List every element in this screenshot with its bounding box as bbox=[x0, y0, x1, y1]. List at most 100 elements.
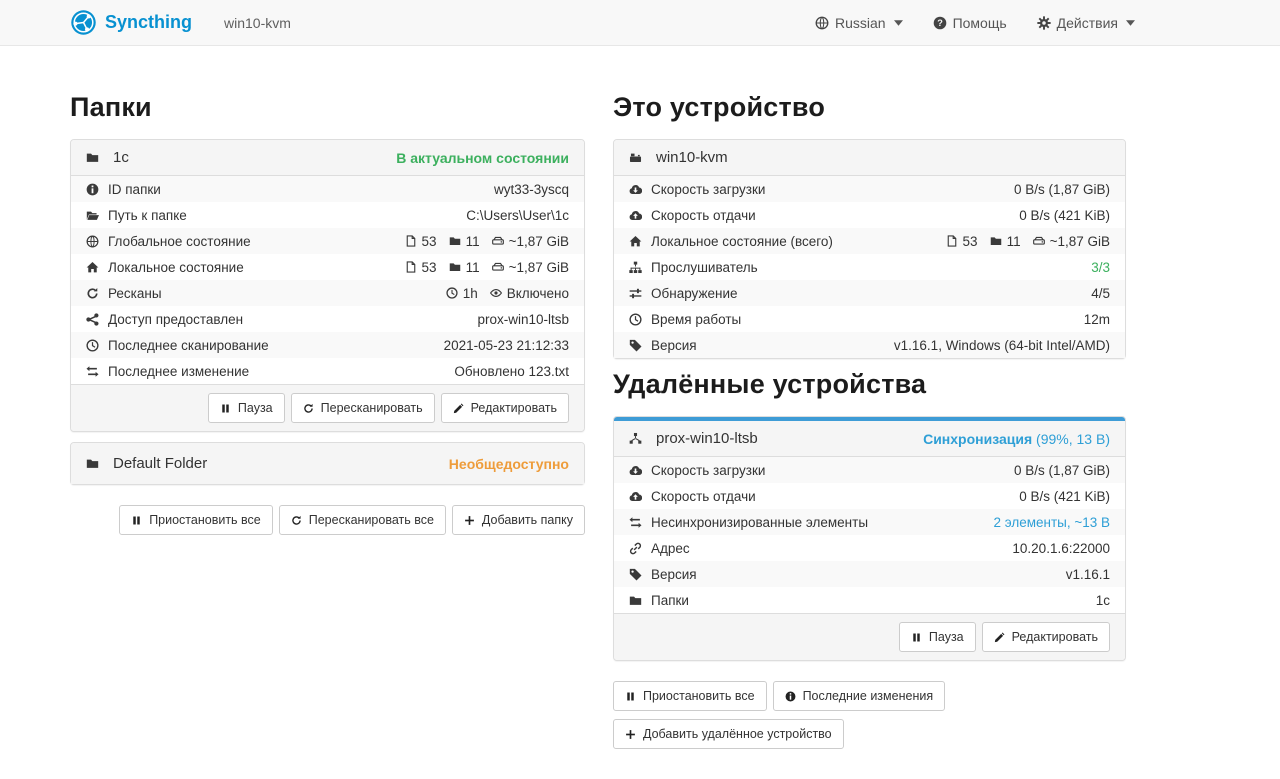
info-circle-icon bbox=[86, 183, 99, 196]
hdd-icon bbox=[1033, 235, 1045, 247]
detail-row: Скорость загрузки0 B/s (1,87 GiB) bbox=[614, 457, 1125, 483]
sitemap-icon bbox=[629, 261, 642, 274]
main-content: Папки 1c В актуальном состоянии ID папки… bbox=[0, 46, 1280, 749]
rescan-all-folders-button[interactable]: Пересканировать все bbox=[279, 505, 446, 535]
help-menu[interactable]: ? Помощь bbox=[933, 15, 1007, 31]
folder-icon bbox=[449, 261, 461, 273]
add-folder-button[interactable]: Добавить папку bbox=[452, 505, 585, 535]
folder-name: 1c bbox=[113, 149, 129, 166]
caret-down-icon bbox=[894, 20, 903, 26]
help-label: Помощь bbox=[953, 15, 1007, 31]
row-label: Путь к папке bbox=[108, 208, 187, 223]
tag-icon bbox=[629, 568, 642, 581]
pause-all-folders-button[interactable]: Приостановить все bbox=[119, 505, 273, 535]
rescan-folder-button[interactable]: Пересканировать bbox=[291, 393, 435, 423]
pause-icon bbox=[220, 403, 231, 414]
detail-row: Скорость загрузки0 B/s (1,87 GiB) bbox=[614, 176, 1125, 202]
row-label: Скорость отдачи bbox=[651, 208, 756, 223]
folder-1c-heading[interactable]: 1c В актуальном состоянии bbox=[71, 140, 584, 175]
refresh-icon bbox=[86, 287, 99, 300]
remote-device-icon bbox=[629, 432, 642, 445]
pause-device-button[interactable]: Пауза bbox=[899, 622, 976, 652]
row-label: Доступ предоставлен bbox=[108, 312, 243, 327]
cloud-upload-icon bbox=[629, 209, 642, 222]
file-icon bbox=[405, 261, 417, 273]
detail-row: Версия v1.16.1, Windows (64-bit Intel/AMD… bbox=[614, 332, 1125, 358]
clock-icon bbox=[446, 287, 458, 299]
exchange-icon bbox=[629, 516, 642, 529]
pause-all-devices-button[interactable]: Приостановить все bbox=[613, 681, 767, 711]
device-status-badge: Синхронизация (99%, 13 B) bbox=[923, 431, 1110, 447]
detail-row: Несинхронизированные элементы2 элементы,… bbox=[614, 509, 1125, 535]
row-label: Адрес bbox=[651, 541, 690, 556]
folder-icon bbox=[629, 594, 642, 607]
recent-changes-button[interactable]: Последние изменения bbox=[773, 681, 946, 711]
add-remote-device-button[interactable]: Добавить удалённое устройство bbox=[613, 719, 844, 749]
syncthing-brand[interactable]: Syncthing bbox=[70, 9, 192, 36]
row-label: Версия bbox=[651, 338, 697, 353]
row-value: 5311~1,87 GiB bbox=[405, 260, 569, 275]
row-value: 12m bbox=[1084, 312, 1110, 327]
row-label: Локальное состояние bbox=[108, 260, 244, 275]
remote-devices-title: Удалённые устройства bbox=[613, 369, 1126, 400]
language-menu[interactable]: Russian bbox=[815, 15, 903, 31]
cloud-download-icon bbox=[629, 183, 642, 196]
row-label: Глобальное состояние bbox=[108, 234, 251, 249]
link-icon bbox=[629, 542, 642, 555]
hdd-icon bbox=[492, 235, 504, 247]
folder-status-badge: В актуальном состоянии bbox=[396, 150, 569, 166]
hdd-icon bbox=[492, 261, 504, 273]
row-value: 5311~1,87 GiB bbox=[405, 234, 569, 249]
remote-device-heading[interactable]: prox-win10-ltsb Синхронизация (99%, 13 B… bbox=[614, 421, 1125, 456]
detail-row: Скорость отдачи0 B/s (421 KiB) bbox=[614, 483, 1125, 509]
button-label: Добавить удалённое устройство bbox=[643, 725, 832, 743]
pencil-icon bbox=[994, 632, 1005, 643]
button-label: Редактировать bbox=[1012, 628, 1098, 646]
edit-folder-button[interactable]: Редактировать bbox=[441, 393, 569, 423]
this-device-heading[interactable]: win10-kvm bbox=[614, 140, 1125, 175]
row-value: wyt33-3yscq bbox=[494, 182, 569, 197]
syncthing-logo-icon bbox=[70, 9, 97, 36]
detail-row: Глобальное состояние 5311~1,87 GiB bbox=[71, 228, 584, 254]
detail-row: Версияv1.16.1 bbox=[614, 561, 1125, 587]
pause-icon bbox=[911, 632, 922, 643]
folder-icon bbox=[990, 235, 1002, 247]
refresh-icon bbox=[291, 515, 302, 526]
detail-row: Доступ предоставленprox-win10-ltsb bbox=[71, 306, 584, 332]
row-label: Локальное состояние (всего) bbox=[651, 234, 833, 249]
detail-row: Адрес 10.20.1.6:22000 bbox=[614, 535, 1125, 561]
device-name: prox-win10-ltsb bbox=[656, 430, 758, 447]
row-label: Скорость загрузки bbox=[651, 182, 765, 197]
svg-text:?: ? bbox=[937, 18, 943, 28]
row-label: Время работы bbox=[651, 312, 741, 327]
row-label: Последнее изменение bbox=[108, 364, 249, 379]
caret-down-icon bbox=[1126, 20, 1135, 26]
share-icon bbox=[86, 313, 99, 326]
row-value: C:\Users\User\1c bbox=[466, 208, 569, 223]
pause-folder-button[interactable]: Пауза bbox=[208, 393, 285, 423]
default-folder-heading[interactable]: Default Folder Необщедоступно bbox=[71, 443, 584, 484]
clock-icon bbox=[629, 313, 642, 326]
row-label: ID папки bbox=[108, 182, 161, 197]
row-value: v1.16.1, Windows (64-bit Intel/AMD) bbox=[894, 338, 1110, 353]
folder-panel-1c: 1c В актуальном состоянии ID папки wyt33-… bbox=[70, 139, 585, 432]
detail-row: Последнее изменениеОбновлено 123.txt bbox=[71, 358, 584, 384]
button-label: Редактировать bbox=[471, 399, 557, 417]
edit-device-button[interactable]: Редактировать bbox=[982, 622, 1110, 652]
refresh-icon bbox=[303, 403, 314, 414]
row-value: 10.20.1.6:22000 bbox=[1012, 541, 1110, 556]
eye-icon bbox=[490, 287, 502, 299]
detail-row: Локальное состояние (всего) 5311~1,87 GiB bbox=[614, 228, 1125, 254]
row-value: 1c bbox=[1096, 593, 1110, 608]
folders-title: Папки bbox=[70, 92, 585, 123]
tag-icon bbox=[629, 339, 642, 352]
row-value: 2 элементы, ~13 B bbox=[993, 515, 1110, 530]
file-icon bbox=[946, 235, 958, 247]
detail-row: Последнее сканирование2021-05-23 21:12:3… bbox=[71, 332, 584, 358]
row-label: Версия bbox=[651, 567, 697, 582]
actions-menu[interactable]: Действия bbox=[1037, 15, 1135, 31]
detail-row: Обнаружение4/5 bbox=[614, 280, 1125, 306]
row-value: 5311~1,87 GiB bbox=[946, 234, 1110, 249]
detail-row: Прослушиватель3/3 bbox=[614, 254, 1125, 280]
this-device-panel: win10-kvm Скорость загрузки0 B/s (1,87 G… bbox=[613, 139, 1126, 359]
